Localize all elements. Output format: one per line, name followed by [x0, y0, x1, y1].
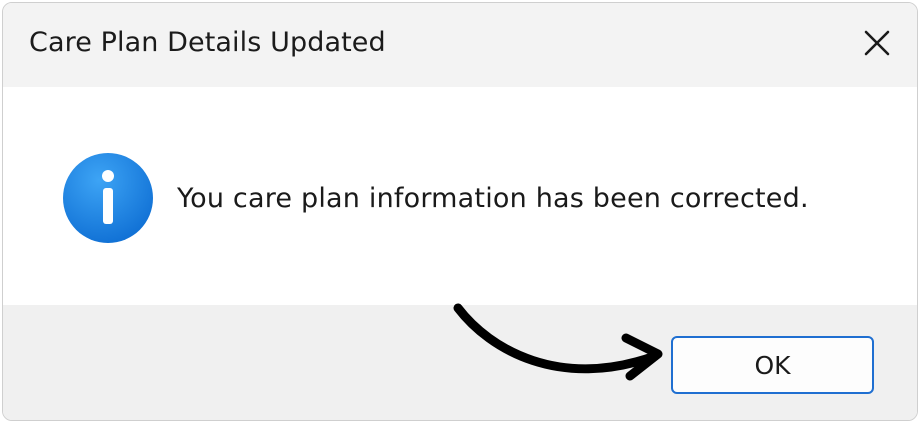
ok-button[interactable]: OK	[671, 336, 874, 394]
dialog-content: You care plan information has been corre…	[3, 87, 917, 305]
title-bar: Care Plan Details Updated	[3, 3, 917, 87]
info-icon	[63, 153, 153, 243]
dialog-title: Care Plan Details Updated	[29, 27, 386, 58]
close-button[interactable]	[857, 23, 897, 63]
dialog-message: You care plan information has been corre…	[177, 183, 809, 214]
close-icon	[864, 30, 890, 56]
dialog-footer: OK	[3, 305, 917, 420]
message-dialog: Care Plan Details Updated You care plan …	[2, 2, 918, 421]
